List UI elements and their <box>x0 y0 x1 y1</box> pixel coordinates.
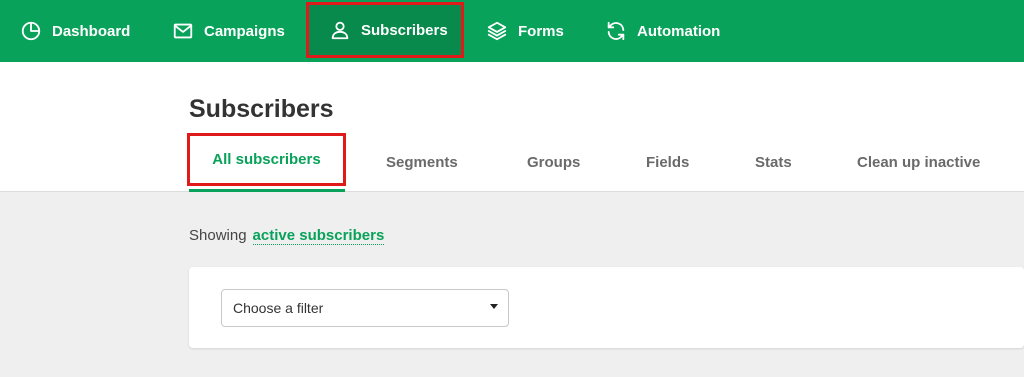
tab-fields[interactable]: Fields <box>646 154 689 171</box>
nav-item-campaigns[interactable]: Campaigns <box>172 0 285 62</box>
layers-icon <box>486 20 508 42</box>
page-title: Subscribers <box>189 95 334 123</box>
tab-clean-up-inactive[interactable]: Clean up inactive <box>857 154 980 171</box>
tab-all-subscribers[interactable]: All subscribers <box>187 133 346 186</box>
dashboard-pie-icon <box>20 20 42 42</box>
envelope-icon <box>172 20 194 42</box>
nav-item-label: Subscribers <box>361 21 448 39</box>
filter-select[interactable]: Choose a filter <box>221 289 509 327</box>
tab-stats[interactable]: Stats <box>755 154 792 171</box>
active-subscribers-link[interactable]: active subscribers <box>252 227 385 245</box>
caret-down-icon <box>490 304 498 309</box>
tab-segments[interactable]: Segments <box>386 154 458 171</box>
showing-status: Showing active subscribers <box>189 227 385 245</box>
nav-item-dashboard[interactable]: Dashboard <box>20 0 130 62</box>
refresh-icon <box>605 20 627 42</box>
page-header: Subscribers All subscribers Segments Gro… <box>0 62 1024 192</box>
nav-item-label: Automation <box>637 22 721 40</box>
nav-item-label: Forms <box>518 22 564 40</box>
nav-item-label: Dashboard <box>52 22 131 40</box>
active-tab-indicator <box>189 189 345 192</box>
nav-item-forms[interactable]: Forms <box>486 0 564 62</box>
user-icon <box>329 19 351 41</box>
showing-label: Showing <box>189 227 247 244</box>
filter-select-value: Choose a filter <box>233 300 324 316</box>
nav-item-subscribers[interactable]: Subscribers <box>306 2 464 58</box>
nav-item-automation[interactable]: Automation <box>605 0 720 62</box>
top-navigation-bar: Dashboard Campaigns Subscribers Forms Au… <box>0 0 1024 62</box>
nav-item-label: Campaigns <box>204 22 285 40</box>
filter-card: Choose a filter <box>189 267 1024 348</box>
tab-groups[interactable]: Groups <box>527 154 580 171</box>
